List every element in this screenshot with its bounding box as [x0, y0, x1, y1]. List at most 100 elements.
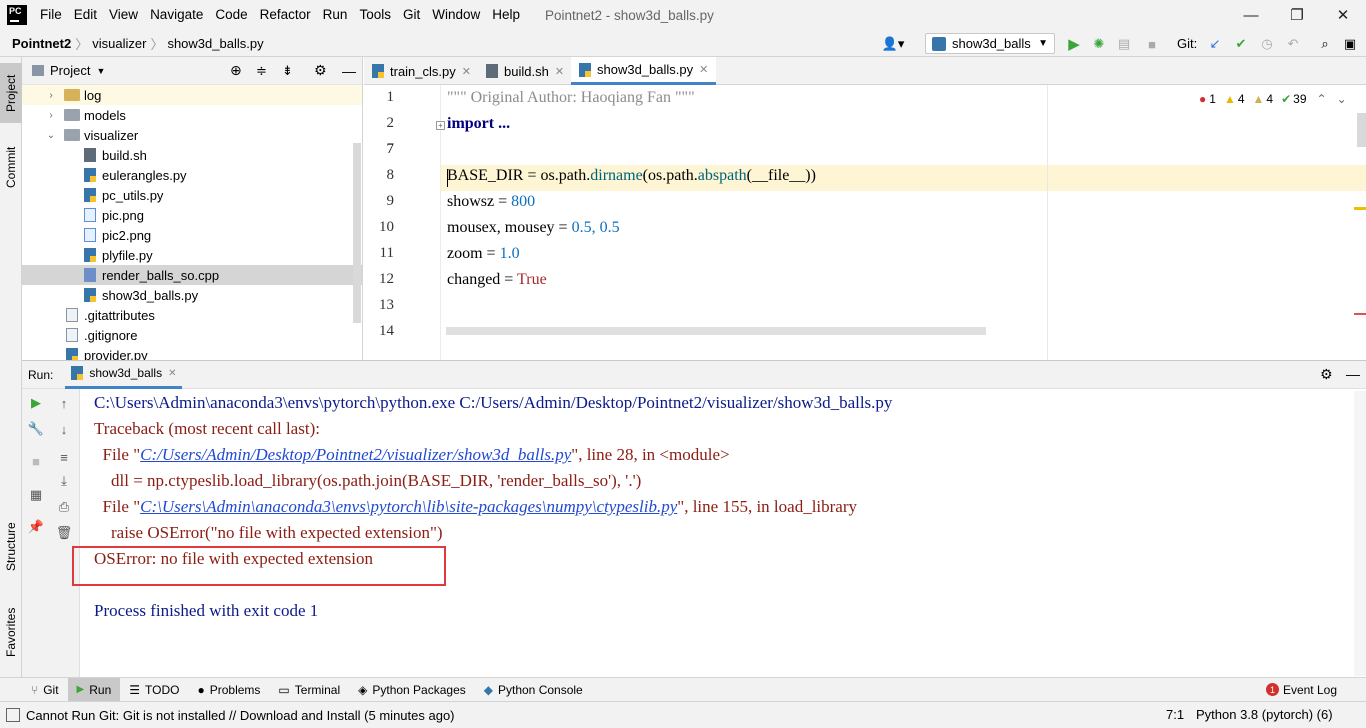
file-link[interactable]: C:/Users/Admin/Desktop/Pointnet2/visuali…	[140, 445, 571, 464]
search-icon[interactable]: ⌕	[1315, 34, 1335, 54]
tool-tab-terminal[interactable]: ▭ Terminal	[269, 678, 349, 702]
scroll-to-end-icon[interactable]: ⤓	[54, 471, 74, 491]
breadcrumb-folder[interactable]: visualizer	[88, 36, 150, 51]
caret-position[interactable]: 7:1	[1166, 707, 1184, 722]
fold-icon[interactable]: +	[436, 121, 445, 130]
tool-tab-project[interactable]: Project	[0, 63, 22, 123]
close-tab-icon[interactable]: ✕	[699, 63, 708, 76]
restore-icon[interactable]: ❐	[1274, 0, 1320, 30]
tool-tab-python-packages[interactable]: ◈ Python Packages	[349, 678, 475, 702]
chevron-right-icon[interactable]: ›	[44, 90, 58, 101]
wrench-icon[interactable]: 🔧	[26, 419, 46, 439]
hide-icon[interactable]: —	[342, 63, 356, 79]
menu-window[interactable]: Window	[429, 0, 483, 30]
status-toggle-icon[interactable]	[6, 708, 20, 722]
tree-item[interactable]: .gitignore	[22, 325, 362, 345]
vertical-scrollbar[interactable]	[1357, 113, 1366, 147]
run-config-select[interactable]: show3d_balls ▼	[925, 33, 1055, 54]
project-panel-title[interactable]: Project	[50, 63, 90, 78]
pin-icon[interactable]: 📌	[26, 517, 46, 537]
tool-tab-run[interactable]: ▶ Run	[67, 677, 121, 702]
rerun-icon[interactable]: ▶	[26, 393, 46, 413]
stop-icon[interactable]: ■	[26, 451, 46, 471]
warning-stripe[interactable]	[1354, 207, 1366, 210]
debug-icon[interactable]: ✺	[1089, 34, 1109, 54]
gear-icon[interactable]: ⚙	[314, 62, 327, 79]
tab-train-cls[interactable]: train_cls.py ✕	[372, 57, 471, 85]
close-tab-icon[interactable]: ✕	[555, 65, 564, 78]
tree-scrollbar[interactable]	[353, 143, 361, 323]
tree-item[interactable]: build.sh	[22, 145, 362, 165]
coverage-icon[interactable]: ▤	[1114, 34, 1134, 54]
layout-icon[interactable]: ▦	[26, 485, 46, 505]
horizontal-scrollbar[interactable]	[446, 327, 986, 335]
breadcrumb-file[interactable]: show3d_balls.py	[163, 36, 267, 51]
menu-tools[interactable]: Tools	[356, 0, 394, 30]
menu-code[interactable]: Code	[212, 0, 250, 30]
stop-icon[interactable]: ■	[1142, 34, 1162, 54]
gear-icon[interactable]: ⚙	[1320, 366, 1333, 383]
inspection-widget[interactable]: ● 1 ▲ 4 ▲ 4 ✔ 39 ⌃ ⌄	[1199, 91, 1347, 107]
locate-icon[interactable]: ⊕	[230, 62, 242, 79]
tool-tab-commit[interactable]: Commit	[0, 137, 22, 197]
trash-icon[interactable]: 🗑	[54, 523, 74, 543]
tab-show3d-balls[interactable]: show3d_balls.py ✕	[571, 57, 717, 85]
tree-item[interactable]: › log	[22, 85, 362, 105]
breadcrumb-project[interactable]: Pointnet2	[8, 36, 75, 51]
expand-all-icon[interactable]: ≑	[256, 63, 267, 79]
menu-git[interactable]: Git	[400, 0, 423, 30]
tool-tab-todo[interactable]: ☰ TODO	[120, 678, 188, 702]
soft-wrap-icon[interactable]: ≡	[54, 447, 74, 467]
menu-refactor[interactable]: Refactor	[257, 0, 314, 30]
rollback-icon[interactable]: ↶	[1283, 34, 1303, 54]
close-icon[interactable]: ✕	[1320, 0, 1366, 30]
menu-edit[interactable]: Edit	[71, 0, 100, 30]
tool-tab-favorites[interactable]: Favorites	[0, 597, 22, 667]
tree-item[interactable]: render_balls_so.cpp	[22, 265, 362, 285]
chevron-right-icon[interactable]: ›	[44, 110, 58, 121]
menu-view[interactable]: View	[106, 0, 141, 30]
tool-tab-problems[interactable]: ● Problems	[188, 678, 269, 702]
chevron-down-icon[interactable]: ▼	[96, 66, 105, 76]
tree-item[interactable]: pic2.png	[22, 225, 362, 245]
status-message[interactable]: Cannot Run Git: Git is not installed // …	[26, 708, 455, 723]
menu-file[interactable]: File	[37, 0, 65, 30]
arrow-down-icon[interactable]: ↓	[54, 419, 74, 439]
tree-item[interactable]: › models	[22, 105, 362, 125]
arrow-up-icon[interactable]: ↑	[54, 393, 74, 413]
error-stripe[interactable]	[1354, 313, 1366, 315]
git-commit-icon[interactable]: ✔	[1231, 34, 1251, 54]
code-area[interactable]: """ Original Author: Haoqiang Fan """ im…	[436, 85, 1366, 360]
tree-item[interactable]: plyfile.py	[22, 245, 362, 265]
tool-tab-structure[interactable]: Structure	[0, 512, 22, 582]
settings-icon[interactable]: ▣	[1340, 34, 1360, 54]
tree-item[interactable]: eulerangles.py	[22, 165, 362, 185]
tree-item[interactable]: .gitattributes	[22, 305, 362, 325]
chevron-up-icon[interactable]: ⌃	[1317, 92, 1327, 106]
tool-tab-git[interactable]: ⑂ Git	[22, 678, 68, 702]
close-tab-icon[interactable]: ✕	[462, 65, 471, 78]
interpreter-selector[interactable]: Python 3.8 (pytorch) (6)	[1196, 707, 1333, 722]
tree-item[interactable]: pic.png	[22, 205, 362, 225]
tool-tab-python-console[interactable]: ◆ Python Console	[475, 678, 592, 702]
console-scrollbar[interactable]	[1354, 391, 1366, 676]
menu-navigate[interactable]: Navigate	[147, 0, 206, 30]
run-tab[interactable]: show3d_balls ✕	[65, 361, 183, 389]
menu-run[interactable]: Run	[320, 0, 351, 30]
user-icon[interactable]: 👤▾	[880, 34, 906, 54]
event-log-button[interactable]: 1 Event Log	[1257, 678, 1346, 702]
tree-item[interactable]: show3d_balls.py	[22, 285, 362, 305]
file-link[interactable]: C:\Users\Admin\anaconda3\envs\pytorch\li…	[140, 497, 677, 516]
chevron-down-icon[interactable]: ⌄	[44, 130, 58, 141]
tab-build-sh[interactable]: build.sh ✕	[486, 57, 564, 85]
print-icon[interactable]: ⎙	[54, 497, 74, 517]
run-icon[interactable]: ▶	[1064, 34, 1084, 54]
minimize-icon[interactable]: —	[1228, 0, 1274, 30]
hide-icon[interactable]: —	[1346, 366, 1360, 382]
tree-item[interactable]: pc_utils.py	[22, 185, 362, 205]
history-icon[interactable]: ◷	[1257, 34, 1277, 54]
collapse-all-icon[interactable]: ⇟	[282, 63, 293, 79]
chevron-down-icon[interactable]: ⌄	[1337, 92, 1347, 106]
close-tab-icon[interactable]: ✕	[168, 368, 176, 379]
git-update-icon[interactable]: ↙	[1205, 34, 1225, 54]
